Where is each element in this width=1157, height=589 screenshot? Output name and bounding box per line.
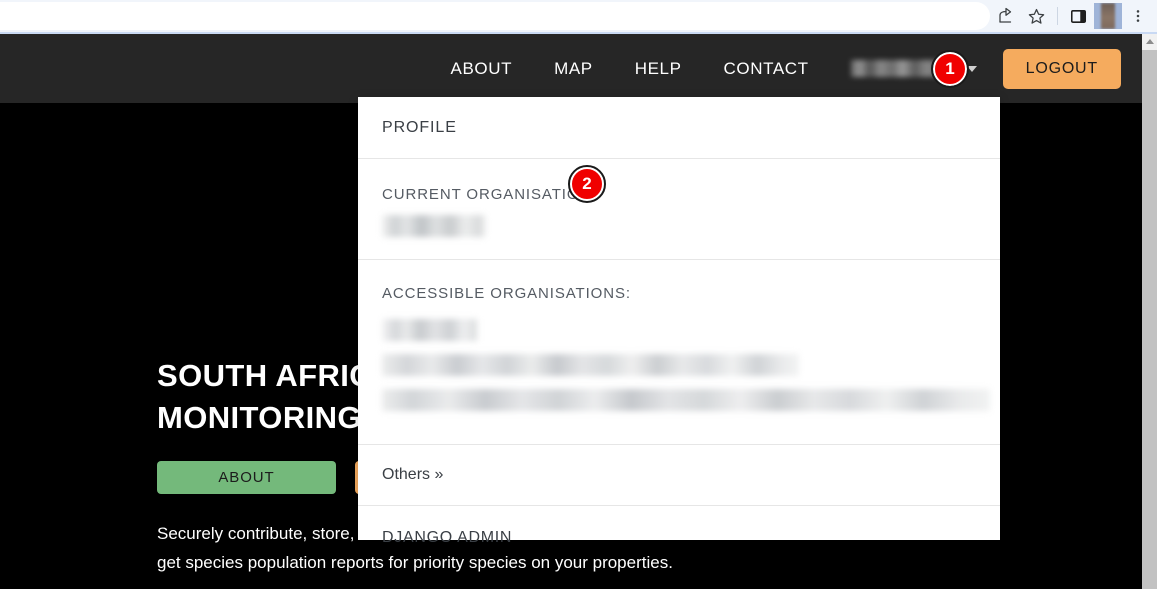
current-organisation-label: CURRENT ORGANISATION: [382, 186, 597, 203]
chrome-menu-icon[interactable] [1122, 1, 1153, 31]
annotation-badge-2: 2 [568, 165, 606, 203]
browser-toolbar [0, 0, 1157, 34]
dropdown-section-current-organisation: CURRENT ORGANISATION: [358, 159, 1000, 260]
accessible-organisations-label: ACCESSIBLE ORGANISATIONS: [382, 285, 631, 302]
nav-item-help[interactable]: HELP [635, 59, 682, 79]
bookmark-star-icon[interactable] [1021, 1, 1052, 31]
profile-avatar[interactable] [1094, 3, 1122, 29]
organisation-list [382, 319, 990, 411]
others-link[interactable]: Others » [382, 466, 443, 483]
current-organisation-value [382, 215, 486, 237]
hero-about-button[interactable]: ABOUT [157, 461, 336, 494]
dropdown-item-profile[interactable]: PROFILE [358, 97, 1000, 159]
chevron-down-icon[interactable] [966, 65, 977, 72]
nav-item-about[interactable]: ABOUT [451, 59, 513, 79]
screenshot-root: SOUTH AFRICAN WILDLIFE MONITORING TOOL A… [0, 0, 1157, 589]
django-admin-label: DJANGO ADMIN [382, 529, 513, 546]
nav-item-contact[interactable]: CONTACT [724, 59, 809, 79]
username-label [850, 60, 937, 77]
current-organisation-row: CURRENT ORGANISATION: [382, 186, 976, 203]
nav-item-map[interactable]: MAP [554, 59, 593, 79]
browser-toolbar-icons [990, 0, 1153, 32]
site-header: ABOUT MAP HELP CONTACT LOGOUT [0, 34, 1142, 103]
list-item[interactable] [382, 389, 990, 411]
annotation-badge-1: 1 [931, 50, 969, 88]
list-item[interactable] [382, 354, 799, 376]
omnibox-area[interactable] [0, 2, 990, 30]
scroll-up-arrow-icon[interactable] [1142, 34, 1157, 49]
side-panel-icon[interactable] [1063, 1, 1094, 31]
main-navigation: ABOUT MAP HELP CONTACT LOGOUT [0, 34, 1142, 103]
user-dropdown-panel: PROFILE CURRENT ORGANISATION: ACCESSIBLE… [358, 97, 1000, 546]
logout-button[interactable]: LOGOUT [1002, 48, 1121, 89]
dropdown-item-others[interactable]: Others » [358, 445, 1000, 506]
scrollbar-thumb[interactable] [1142, 50, 1157, 589]
dropdown-item-django-admin[interactable]: DJANGO ADMIN [358, 506, 1000, 570]
vertical-scrollbar[interactable] [1142, 34, 1157, 589]
toolbar-divider [1057, 7, 1058, 25]
dropdown-section-accessible-organisations: ACCESSIBLE ORGANISATIONS: [358, 260, 1000, 445]
profile-label: PROFILE [382, 119, 457, 136]
list-item[interactable] [382, 319, 477, 341]
share-icon[interactable] [990, 1, 1021, 31]
